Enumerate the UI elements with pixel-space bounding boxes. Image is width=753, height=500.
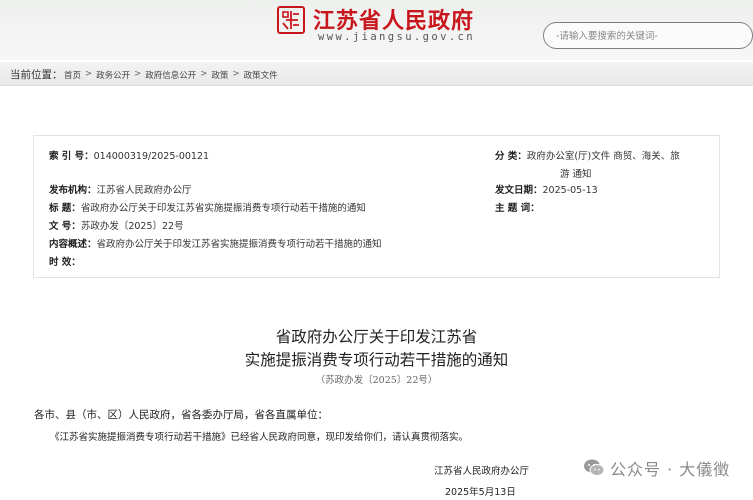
wechat-icon [584, 459, 605, 476]
breadcrumb-info-disclosure[interactable]: 政府信息公开 [145, 69, 196, 81]
category-value: 政府办公室(厅)文件 商贸、海关、旅 [526, 151, 680, 162]
site-url: www.jiangsu.gov.cn [318, 31, 475, 43]
breadcrumb-gov-affairs[interactable]: 政务公开 [96, 69, 130, 81]
date-label: 发文日期： [495, 185, 543, 196]
emblem-icon [282, 11, 299, 30]
docno-label: 文 号： [49, 221, 81, 232]
breadcrumb-separator: > [200, 69, 208, 79]
breadcrumb-separator: > [134, 69, 142, 79]
docno-value: 苏政办发〔2025〕22号 [80, 221, 184, 232]
article-doc-number: （苏政办发〔2025〕22号） [315, 375, 438, 386]
info-publisher: 发布机构：江苏省人民政府办公厅 [49, 182, 192, 196]
search-input[interactable] [556, 28, 736, 44]
date-value: 2025-05-13 [542, 185, 598, 196]
subject-label: 主 题 词： [495, 203, 540, 214]
article-title-line2: 实施提振消费专项行动若干措施的通知 [244, 351, 509, 369]
signature-date: 2025年5月13日 [445, 487, 516, 498]
signature-org: 江苏省人民政府办公厅 [434, 466, 530, 477]
breadcrumb-separator: > [232, 69, 240, 79]
category-value-cont: 游 通知 [560, 169, 592, 180]
index-value: 014000319/2025-00121 [93, 151, 210, 162]
info-docno: 文 号：苏政办发〔2025〕22号 [49, 218, 184, 232]
watermark: 公众号 · 大儀徵 [583, 455, 730, 481]
site-logo-emblem[interactable] [277, 6, 305, 34]
breadcrumb-separator: > [85, 69, 93, 79]
breadcrumb-policy[interactable]: 政策 [211, 69, 228, 81]
info-validity: 时 效： [49, 254, 81, 268]
site-header: 江苏省人民政府 www.jiangsu.gov.cn [0, 0, 753, 60]
breadcrumb-policy-docs[interactable]: 政策文件 [244, 69, 278, 81]
breadcrumb-bar: 当前位置： 首页 > 政务公开 > 政府信息公开 > 政策 > 政策文件 [0, 62, 753, 86]
publisher-value: 江苏省人民政府办公厅 [96, 185, 192, 196]
info-summary: 内容概述：省政府办公厅关于印发江苏省实施提振消费专项行动若干措施的通知 [49, 236, 382, 250]
watermark-text: 公众号 · 大儀徵 [610, 460, 731, 479]
document-info-table: 索 引 号：014000319/2025-00121 分 类：政府办公室(厅)文… [33, 135, 720, 278]
title-label: 标 题： [49, 203, 81, 214]
article-body: 《江苏省实施提振消费专项行动若干措施》已经省人民政府同意，现印发给你们，请认真贯… [50, 432, 469, 443]
article-title-line1: 省政府办公厅关于印发江苏省 [275, 328, 478, 346]
info-date: 发文日期：2025-05-13 [495, 182, 598, 196]
search-box[interactable] [543, 22, 753, 49]
category-label: 分 类： [495, 151, 527, 162]
article-addressee: 各市、县（市、区）人民政府，省各委办厅局，省各直属单位： [34, 409, 328, 421]
publisher-label: 发布机构： [49, 185, 97, 196]
validity-label: 时 效： [49, 257, 81, 268]
summary-value: 省政府办公厅关于印发江苏省实施提振消费专项行动若干措施的通知 [96, 239, 382, 250]
breadcrumb-home[interactable]: 首页 [64, 69, 81, 81]
info-category: 分 类：政府办公室(厅)文件 商贸、海关、旅 [495, 148, 680, 162]
info-title: 标 题：省政府办公厅关于印发江苏省实施提振消费专项行动若干措施的通知 [49, 200, 366, 214]
info-index: 索 引 号：014000319/2025-00121 [49, 148, 209, 162]
index-label: 索 引 号： [49, 151, 94, 162]
breadcrumb-label: 当前位置： [10, 69, 63, 81]
summary-label: 内容概述： [49, 239, 97, 250]
title-value: 省政府办公厅关于印发江苏省实施提振消费专项行动若干措施的通知 [80, 203, 366, 214]
info-category-cont: 游 通知 [560, 166, 592, 180]
breadcrumb: 首页 > 政务公开 > 政府信息公开 > 政策 > 政策文件 [64, 69, 278, 81]
info-subject: 主 题 词： [495, 200, 540, 214]
